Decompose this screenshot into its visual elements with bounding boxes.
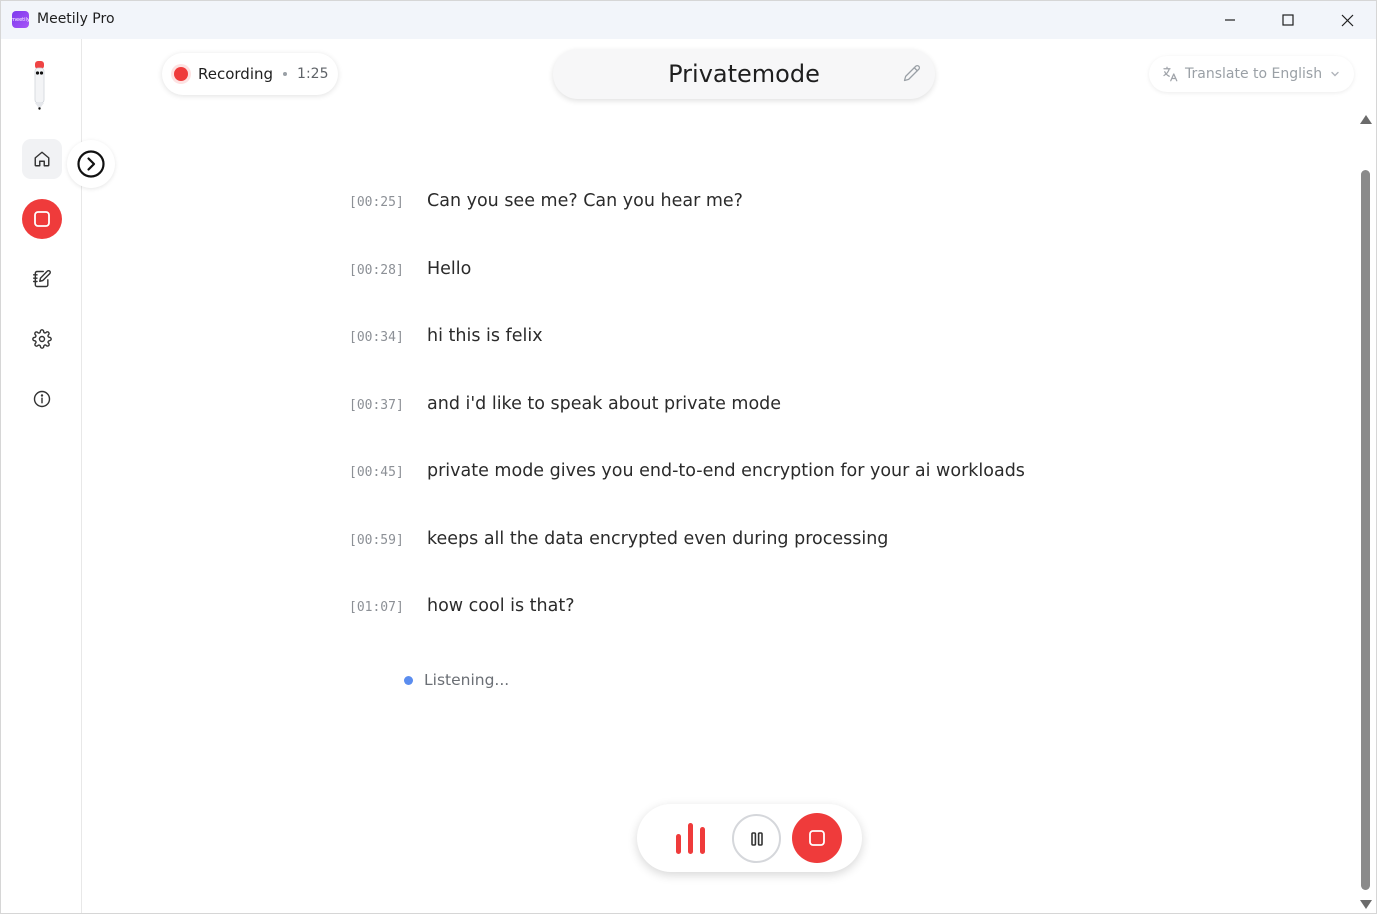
- transcript-text: Hello: [427, 259, 472, 279]
- scrollbar-thumb[interactable]: [1361, 170, 1370, 890]
- transcript-timestamp: [00:25]: [349, 195, 404, 210]
- sidebar-item-record[interactable]: [22, 199, 62, 239]
- close-button[interactable]: [1318, 1, 1376, 39]
- sidebar-toggle-button[interactable]: [67, 140, 115, 188]
- app-logo-icon: meetily: [11, 11, 30, 28]
- listening-dot-icon: [404, 675, 413, 685]
- transcript-timestamp: [00:45]: [349, 465, 404, 480]
- sidebar-item-home[interactable]: [22, 139, 62, 179]
- transcript-line: [00:37] and i'd like to speak about priv…: [349, 394, 781, 414]
- maximize-button[interactable]: [1259, 1, 1317, 39]
- translate-dropdown[interactable]: Translate to English: [1149, 56, 1354, 92]
- transcript-timestamp: [01:07]: [349, 600, 404, 615]
- sidebar-item-settings[interactable]: [22, 319, 62, 359]
- pause-icon: [750, 831, 763, 846]
- transcript-timestamp: [00:28]: [349, 263, 404, 278]
- transcript-line: [00:34] hi this is felix: [349, 326, 543, 346]
- transcript-line: [00:25] Can you see me? Can you hear me?: [349, 191, 743, 211]
- window-title: Meetily Pro: [37, 11, 115, 27]
- listening-text: Listening...: [424, 671, 510, 689]
- recording-dot-icon: [174, 67, 188, 81]
- transcript-line: [00:28] Hello: [349, 259, 471, 279]
- recording-label: Recording: [198, 65, 274, 83]
- recording-control-bar: [637, 804, 862, 872]
- translate-label: Translate to English: [1185, 66, 1323, 82]
- transcript-timestamp: [00:34]: [349, 330, 404, 345]
- listening-indicator: Listening...: [404, 671, 509, 689]
- minimize-button[interactable]: [1201, 1, 1259, 39]
- stop-square-icon: [809, 830, 825, 846]
- maximize-icon: [1282, 14, 1294, 26]
- transcript-text: Can you see me? Can you hear me?: [427, 191, 743, 211]
- recording-status-pill: Recording 1:25: [162, 53, 338, 95]
- sidebar-item-info[interactable]: [22, 379, 62, 419]
- info-icon: [33, 390, 51, 408]
- title-bar: meetily Meetily Pro: [1, 1, 1376, 39]
- meeting-title-pill[interactable]: Privatemode: [553, 49, 935, 99]
- scroll-down-arrow-icon[interactable]: [1360, 900, 1372, 909]
- meetily-logo: [31, 59, 51, 115]
- notebook-edit-icon: [32, 269, 51, 288]
- pencil-mascot-icon: [34, 61, 45, 110]
- scroll-up-arrow-icon[interactable]: [1360, 115, 1372, 124]
- transcript-text: and i'd like to speak about private mode: [427, 394, 782, 414]
- chevron-right-circle-icon: [77, 150, 105, 178]
- transcript-text: private mode gives you end-to-end encryp…: [427, 461, 1025, 481]
- transcript-timestamp: [00:59]: [349, 533, 404, 548]
- recording-timer: 1:25: [297, 66, 329, 82]
- app-icon-text: meetily: [11, 16, 30, 23]
- transcript-text: hi this is felix: [427, 326, 543, 346]
- separator-dot: [283, 72, 288, 76]
- sidebar-item-notes[interactable]: [22, 259, 62, 299]
- transcript-text: keeps all the data encrypted even during…: [427, 529, 889, 549]
- pencil-edit-icon[interactable]: [903, 64, 921, 82]
- app-window: meetily Meetily Pro Recording 1:25 Priva…: [0, 0, 1377, 914]
- vertical-scrollbar[interactable]: [1356, 111, 1376, 913]
- meeting-title[interactable]: Privatemode: [668, 60, 820, 88]
- home-icon: [34, 151, 50, 167]
- transcript-line: [00:45] private mode gives you end-to-en…: [349, 461, 1025, 481]
- audio-level-icon: [676, 823, 706, 854]
- pause-button[interactable]: [732, 814, 781, 863]
- transcript-line: [00:59] keeps all the data encrypted eve…: [349, 529, 888, 549]
- minimize-icon: [1225, 19, 1235, 21]
- chevron-down-icon: [1331, 71, 1339, 77]
- stop-square-icon: [34, 211, 50, 227]
- transcript-line: [01:07] how cool is that?: [349, 596, 575, 616]
- gear-icon: [32, 329, 52, 349]
- transcript-timestamp: [00:37]: [349, 398, 404, 413]
- stop-button[interactable]: [792, 813, 842, 863]
- transcript-text: how cool is that?: [427, 596, 575, 616]
- close-icon: [1341, 14, 1353, 26]
- translate-icon: [1163, 66, 1178, 82]
